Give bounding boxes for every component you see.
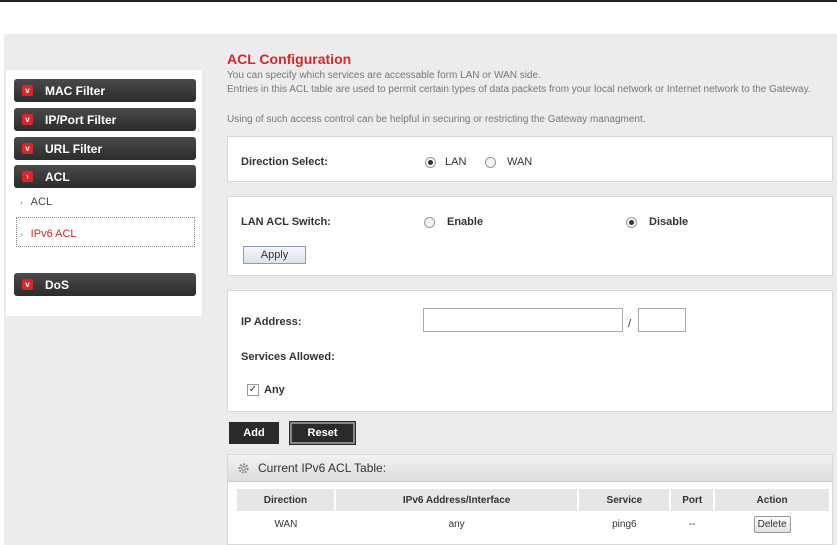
column-header: Port — [670, 489, 716, 511]
column-header: Service — [578, 489, 672, 511]
sidebar-item-url-filter[interactable]: v URL Filter — [14, 137, 196, 160]
add-button[interactable]: Add — [229, 422, 279, 444]
reset-button[interactable]: Reset — [289, 421, 356, 445]
bullet-icon: › — [20, 197, 23, 207]
top-border-line — [0, 0, 837, 2]
sidebar-item-label: IP/Port Filter — [45, 112, 117, 127]
bullet-icon: › — [20, 229, 23, 239]
prefix-length-input[interactable] — [638, 308, 686, 332]
page-title: ACL Configuration — [227, 51, 352, 67]
direction-lan-radio[interactable] — [425, 157, 436, 168]
table-row: WAN any ping6 -- Delete — [237, 511, 830, 537]
direction-wan-label: WAN — [507, 156, 533, 168]
sidebar: v MAC Filter v IP/Port Filter v URL Filt… — [6, 70, 202, 316]
sidebar-item-label: DoS — [45, 277, 69, 292]
port-cell: -- — [688, 518, 696, 530]
delete-button[interactable]: Delete — [753, 515, 791, 533]
service-cell: ping6 — [612, 518, 637, 530]
action-cell: Delete — [714, 511, 830, 537]
prefix-slash: / — [628, 318, 632, 330]
chevron-down-icon: v — [22, 114, 33, 125]
ip-form-panel: IP Address: / Services Allowed: ✓ Any — [227, 290, 833, 412]
table-title: Current IPv6 ACL Table: — [258, 461, 387, 475]
acl-switch-panel: LAN ACL Switch: Enable Disable Apply — [227, 196, 833, 276]
chevron-right-icon: › — [22, 171, 33, 182]
page-description: Entries in this ACL table are used to pe… — [227, 84, 811, 95]
address-cell: any — [448, 518, 465, 530]
direction-cell: WAN — [274, 518, 298, 530]
gear-icon — [238, 463, 249, 474]
column-header: IPv6 Address/Interface — [334, 489, 580, 511]
sidebar-item-ip-port-filter[interactable]: v IP/Port Filter — [14, 108, 196, 131]
page-description: Using of such access control can be help… — [227, 114, 646, 125]
apply-button[interactable]: Apply — [243, 246, 306, 264]
direction-wan-radio[interactable] — [485, 157, 496, 168]
enable-radio[interactable] — [424, 217, 435, 228]
page-description: You can specify which services are acces… — [227, 70, 541, 81]
column-header: Action — [714, 489, 831, 511]
services-allowed-label: Services Allowed: — [241, 351, 335, 363]
acl-table-panel: Current IPv6 ACL Table: Direction IPv6 A… — [227, 454, 833, 545]
direction-panel: Direction Select: LAN WAN — [227, 136, 833, 182]
sidebar-subitem-ipv6-acl[interactable]: › IPv6 ACL — [20, 228, 77, 240]
column-header: Direction — [237, 489, 336, 511]
direction-lan-label: LAN — [445, 156, 467, 168]
chevron-down-icon: v — [22, 85, 33, 96]
ip-address-input[interactable] — [423, 308, 623, 332]
chevron-down-icon: v — [22, 279, 33, 290]
sidebar-subitem-acl[interactable]: › ACL — [20, 196, 52, 208]
any-checkbox[interactable]: ✓ — [247, 384, 259, 396]
sidebar-item-label: URL Filter — [45, 141, 103, 156]
sidebar-item-mac-filter[interactable]: v MAC Filter — [14, 79, 196, 102]
ip-address-label: IP Address: — [241, 316, 302, 328]
enable-label: Enable — [447, 216, 484, 228]
disable-radio[interactable] — [626, 217, 637, 228]
any-label: Any — [264, 384, 285, 396]
acl-table: Direction IPv6 Address/Interface Service… — [237, 489, 831, 537]
chevron-down-icon: v — [22, 143, 33, 154]
sidebar-item-label: MAC Filter — [45, 83, 105, 98]
sidebar-item-label: ACL — [45, 169, 70, 184]
sidebar-item-acl[interactable]: › ACL — [14, 165, 196, 188]
sidebar-subitem-label: IPv6 ACL — [30, 228, 77, 240]
acl-switch-label: LAN ACL Switch: — [241, 216, 331, 228]
sidebar-subitem-label: ACL — [30, 196, 53, 208]
disable-label: Disable — [649, 216, 689, 228]
sidebar-item-dos[interactable]: v DoS — [14, 273, 196, 296]
table-header-bar: Current IPv6 ACL Table: — [228, 455, 832, 482]
direction-label: Direction Select: — [241, 156, 328, 168]
